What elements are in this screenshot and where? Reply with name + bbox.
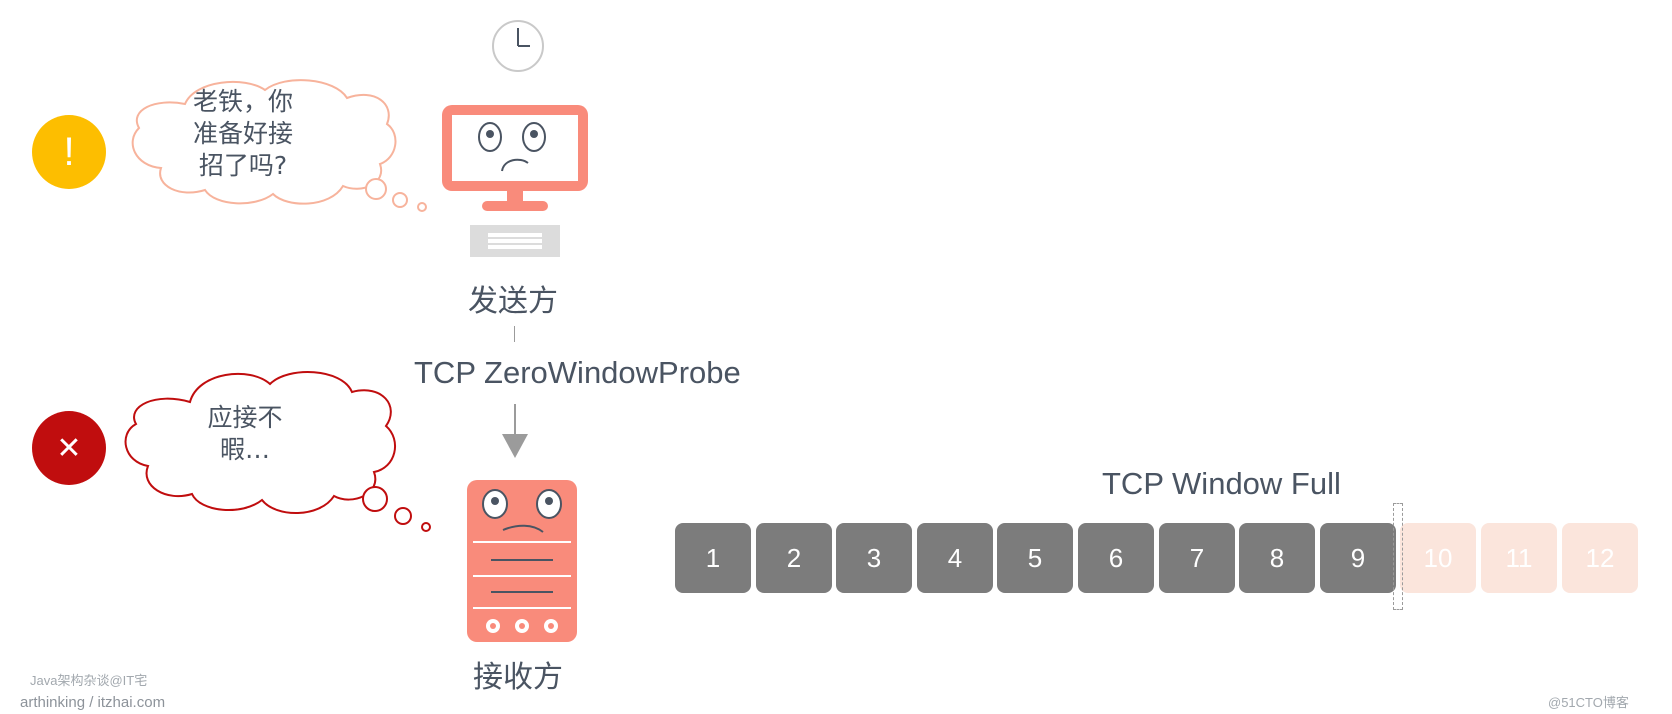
receiver-status-badge: ✕ (32, 411, 106, 485)
receiver-speech-text: 应接不 暇… (180, 402, 310, 466)
sender-monitor-icon (442, 105, 588, 257)
window-boundary-marker (1393, 503, 1403, 610)
window-segment-9: 9 (1320, 523, 1396, 593)
window-segment-5: 5 (997, 523, 1073, 593)
window-segment-1: 1 (675, 523, 751, 593)
sender-speech-line: 准备好接 (192, 119, 293, 148)
window-segment-10: 10 (1400, 523, 1476, 593)
sender-speech-text: 老铁，你 准备好接 招了吗? (178, 86, 308, 182)
probe-connector-line (514, 326, 515, 342)
window-segment-2: 2 (756, 523, 832, 593)
sender-label: 发送方 (468, 284, 558, 319)
sender-speech-line: 招了吗? (198, 151, 288, 180)
window-segment-11: 11 (1481, 523, 1557, 593)
watermark: @51CTO博客 (1548, 695, 1629, 710)
window-segment-3: 3 (836, 523, 912, 593)
probe-label: TCP ZeroWindowProbe (414, 355, 741, 390)
sender-speech-line: 老铁，你 (192, 87, 293, 116)
window-segment-7: 7 (1159, 523, 1235, 593)
x-mark-icon: ✕ (56, 430, 82, 466)
receiver-label: 接收方 (473, 660, 563, 695)
clock-icon (492, 20, 544, 72)
window-segment-8: 8 (1239, 523, 1315, 593)
receiver-speech-line: 暇… (219, 435, 270, 464)
footer-site: arthinking / itzhai.com (20, 694, 166, 711)
window-title: TCP Window Full (1102, 466, 1341, 501)
window-segment-6: 6 (1078, 523, 1154, 593)
receiver-speech-line: 应接不 (207, 403, 283, 432)
window-segment-12: 12 (1562, 523, 1638, 593)
probe-arrow-icon (502, 404, 528, 458)
sender-status-badge: ! (32, 115, 106, 189)
window-segment-4: 4 (917, 523, 993, 593)
footer-brand: Java架构杂谈@IT宅 (30, 673, 148, 688)
exclamation-icon: ! (63, 129, 75, 174)
receiver-server-icon (467, 480, 577, 642)
